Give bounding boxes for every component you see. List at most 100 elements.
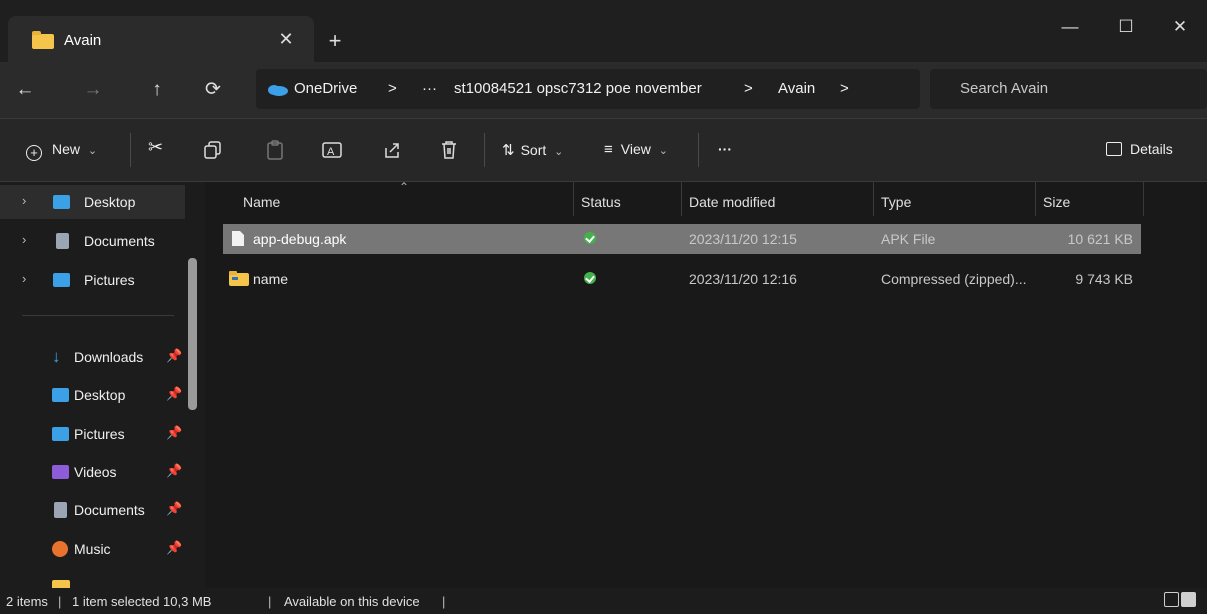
sidebar-item-label: Pictures [74,426,125,442]
availability-status: Available on this device [284,594,420,609]
sidebar-item-label: Downloads [74,349,144,365]
sidebar-item-downloads[interactable]: ↓ Downloads 📌 [0,340,185,374]
file-name: name [253,271,289,287]
breadcrumb-separator[interactable]: > [840,80,849,97]
search-placeholder: Search Avain [960,80,1049,97]
selection-info: 1 item selected 10,3 MB [72,594,212,609]
sidebar-item-videos[interactable]: Videos 📌 [0,455,185,489]
breadcrumb-overflow[interactable]: ··· [422,80,437,97]
onedrive-icon [268,85,288,96]
pin-icon[interactable]: 📌 [166,348,182,364]
forward-button[interactable]: → [78,76,108,104]
pin-icon[interactable]: 📌 [166,386,182,402]
breadcrumb-avain[interactable]: Avain [778,80,815,97]
column-separator[interactable] [573,182,574,216]
status-separator: | [268,594,272,609]
breadcrumb-separator[interactable]: > [388,80,397,97]
file-name: app-debug.apk [253,231,347,247]
table-row[interactable]: name 2023/11/20 12:16 Compressed (zipped… [223,264,1141,294]
sidebar-item-pictures-pinned[interactable]: Pictures 📌 [0,417,185,451]
new-button[interactable]: + New ⌄ [26,141,97,161]
svg-text:A: A [327,146,335,158]
up-button[interactable]: ↑ [142,76,172,104]
new-tab-button[interactable]: + [322,28,348,54]
view-label: View [620,141,651,157]
paste-icon[interactable] [266,140,284,160]
item-count: 2 items [6,594,48,609]
breadcrumb-folder[interactable]: st10084521 opsc7312 poe november [454,80,702,97]
sidebar-item-label: Documents [84,233,155,249]
delete-icon[interactable] [440,140,458,160]
close-button[interactable]: ✕ [1157,10,1203,44]
sort-label: Sort [520,142,547,158]
sidebar-item-desktop[interactable]: › Desktop [0,185,185,219]
pin-icon[interactable]: 📌 [166,425,182,441]
column-size[interactable]: Size [1043,194,1070,210]
list-view-icon[interactable] [1164,592,1179,607]
sidebar-item-label: Documents [74,502,145,518]
file-type: Compressed (zipped)... [881,271,1027,287]
details-view-icon[interactable] [1181,592,1196,607]
tab-close-button[interactable]: ✕ [274,27,298,51]
documents-icon [56,233,69,249]
music-icon [52,541,68,557]
pin-icon[interactable]: 📌 [166,463,182,479]
zip-folder-icon [229,271,249,286]
table-row[interactable]: app-debug.apk 2023/11/20 12:15 APK File … [223,224,1141,254]
desktop-icon [53,195,70,209]
address-bar[interactable]: OneDrive > ··· st10084521 opsc7312 poe n… [256,69,920,109]
file-date: 2023/11/20 12:16 [689,271,797,287]
column-separator[interactable] [681,182,682,216]
divider [484,133,485,167]
breadcrumb-separator[interactable]: > [744,80,753,97]
column-separator[interactable] [1035,182,1036,216]
new-label: New [52,141,81,157]
pin-icon[interactable]: 📌 [166,540,182,556]
tab-avain[interactable]: Avain ✕ [8,16,314,62]
plus-icon: + [26,145,42,161]
maximize-button[interactable]: ☐ [1103,10,1149,44]
rename-icon[interactable]: A [322,140,342,160]
share-icon[interactable] [382,140,402,160]
sort-button[interactable]: ⇅ Sort ⌄ [502,141,563,159]
column-header-row: Name ⌃ Status Date modified Type Size [205,180,1207,216]
folder-icon [52,580,70,588]
divider [698,133,699,167]
file-list: Name ⌃ Status Date modified Type Size ap… [205,180,1207,588]
divider [130,133,131,167]
copy-icon[interactable] [204,141,222,159]
column-status[interactable]: Status [581,194,621,210]
column-separator[interactable] [1143,182,1144,216]
search-box[interactable]: Search Avain [930,69,1207,109]
desktop-icon [52,388,69,402]
view-button[interactable]: ≡ View ⌄ [604,141,668,158]
cut-icon[interactable]: ✂ [148,137,163,158]
details-label: Details [1130,141,1173,157]
sidebar-item-label: Music [74,541,111,557]
minimize-button[interactable]: — [1047,10,1093,44]
refresh-button[interactable]: ⟳ [198,76,228,104]
details-button[interactable]: Details [1106,141,1173,157]
sidebar-item-desktop-pinned[interactable]: Desktop 📌 [0,378,185,412]
sidebar-item-pictures[interactable]: › Pictures [0,263,185,297]
sidebar-item-documents-pinned[interactable]: Documents 📌 [0,493,185,527]
column-type[interactable]: Type [881,194,911,210]
sync-ok-icon [584,232,596,244]
more-options-button[interactable]: ··· [718,141,732,157]
column-name[interactable]: Name [243,194,280,210]
sidebar-item-documents[interactable]: › Documents [0,224,185,258]
sidebar-item-music[interactable]: Music 📌 [0,532,185,566]
status-separator: | [58,594,62,609]
pin-icon[interactable]: 📌 [166,501,182,517]
folder-icon [32,31,54,49]
sidebar-scrollbar[interactable] [188,258,197,410]
column-date-modified[interactable]: Date modified [689,194,775,210]
navigation-bar: ← → ↑ ⟳ OneDrive > ··· st10084521 opsc73… [0,62,1207,118]
breadcrumb-onedrive[interactable]: OneDrive [294,80,357,97]
sidebar-item-label: Videos [74,464,117,480]
back-button[interactable]: ← [10,76,40,104]
pictures-icon [53,273,70,287]
column-separator[interactable] [873,182,874,216]
sort-ascending-icon: ⌃ [399,180,410,194]
chevron-down-icon: ⌄ [658,145,668,157]
